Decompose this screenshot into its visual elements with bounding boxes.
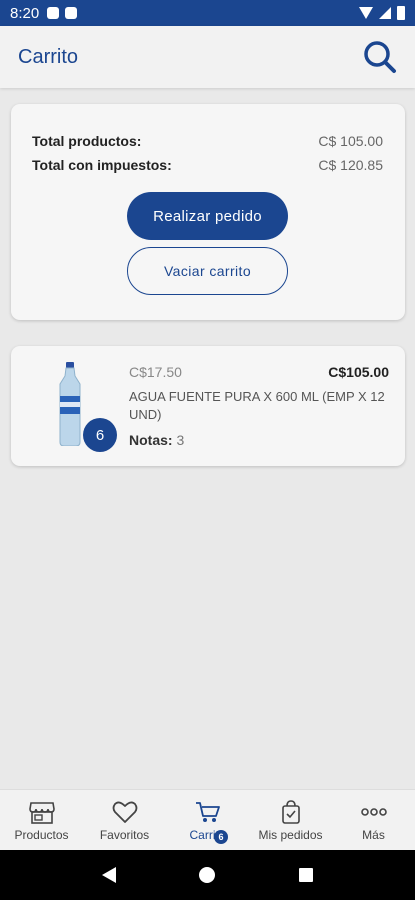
nav-item-favoritos[interactable]: Favoritos xyxy=(83,790,166,850)
heart-icon xyxy=(112,801,137,823)
empty-cart-button[interactable]: Vaciar carrito xyxy=(127,247,288,295)
search-icon[interactable] xyxy=(363,40,397,74)
total-products-label: Total productos: xyxy=(32,133,142,149)
nav-label-favoritos: Favoritos xyxy=(99,827,150,842)
back-icon[interactable] xyxy=(101,867,116,883)
nav-item-mas[interactable]: Más xyxy=(332,790,415,850)
more-icon xyxy=(360,807,387,816)
nav-label-productos: Productos xyxy=(14,827,69,842)
nav-item-carrito[interactable]: Carrito 6 xyxy=(166,790,249,850)
total-taxes-label: Total con impuestos: xyxy=(32,157,172,173)
shopping-bag-icon xyxy=(281,799,300,824)
home-icon[interactable] xyxy=(199,867,216,883)
nav-item-productos[interactable]: Productos xyxy=(0,790,83,850)
page-title: Carrito xyxy=(18,45,79,68)
quantity-badge: 6 xyxy=(83,418,117,452)
signal-icon xyxy=(379,7,391,19)
cart-count-badge: 6 xyxy=(214,830,228,844)
status-bar: 8:20 xyxy=(0,0,415,26)
total-taxes-value: C$ 120.85 xyxy=(318,157,383,173)
recent-apps-icon[interactable] xyxy=(299,868,314,882)
product-name: AGUA FUENTE PURA X 600 ML (EMP X 12 UND) xyxy=(129,389,385,422)
cart-icon xyxy=(195,801,220,822)
cart-summary-card: Total productos: C$ 105.00 Total con imp… xyxy=(11,104,405,320)
notes-label: Notas: xyxy=(129,432,173,448)
store-icon xyxy=(28,801,55,824)
nav-label-mis-pedidos: Mis pedidos xyxy=(258,827,323,842)
nav-item-mis-pedidos[interactable]: Mis pedidos xyxy=(249,790,332,850)
sim-card-icon xyxy=(65,7,78,19)
battery-icon xyxy=(397,6,405,20)
unit-price: C$17.50 xyxy=(129,364,182,380)
water-bottle-image xyxy=(59,362,81,446)
app-bar: Carrito xyxy=(0,26,415,88)
total-taxes-row: Total con impuestos: C$ 120.85 xyxy=(32,157,383,173)
place-order-button[interactable]: Realizar pedido xyxy=(127,192,288,240)
nav-label-mas: Más xyxy=(362,827,385,842)
total-products-value: C$ 105.00 xyxy=(318,133,383,149)
bottom-navigation: Productos Favoritos Carrito 6 Mis pedido… xyxy=(0,789,415,850)
system-navigation-bar xyxy=(0,850,415,900)
notes-value: 3 xyxy=(176,432,185,448)
notes-row: Notas: 3 xyxy=(129,432,184,448)
item-total-price: C$105.00 xyxy=(328,364,389,380)
notification-icon xyxy=(47,7,60,19)
wifi-icon xyxy=(359,7,373,19)
cart-item-card[interactable]: 6 C$17.50 C$105.00 AGUA FUENTE PURA X 60… xyxy=(11,346,405,466)
status-time: 8:20 xyxy=(10,4,40,22)
total-products-row: Total productos: C$ 105.00 xyxy=(32,133,383,149)
